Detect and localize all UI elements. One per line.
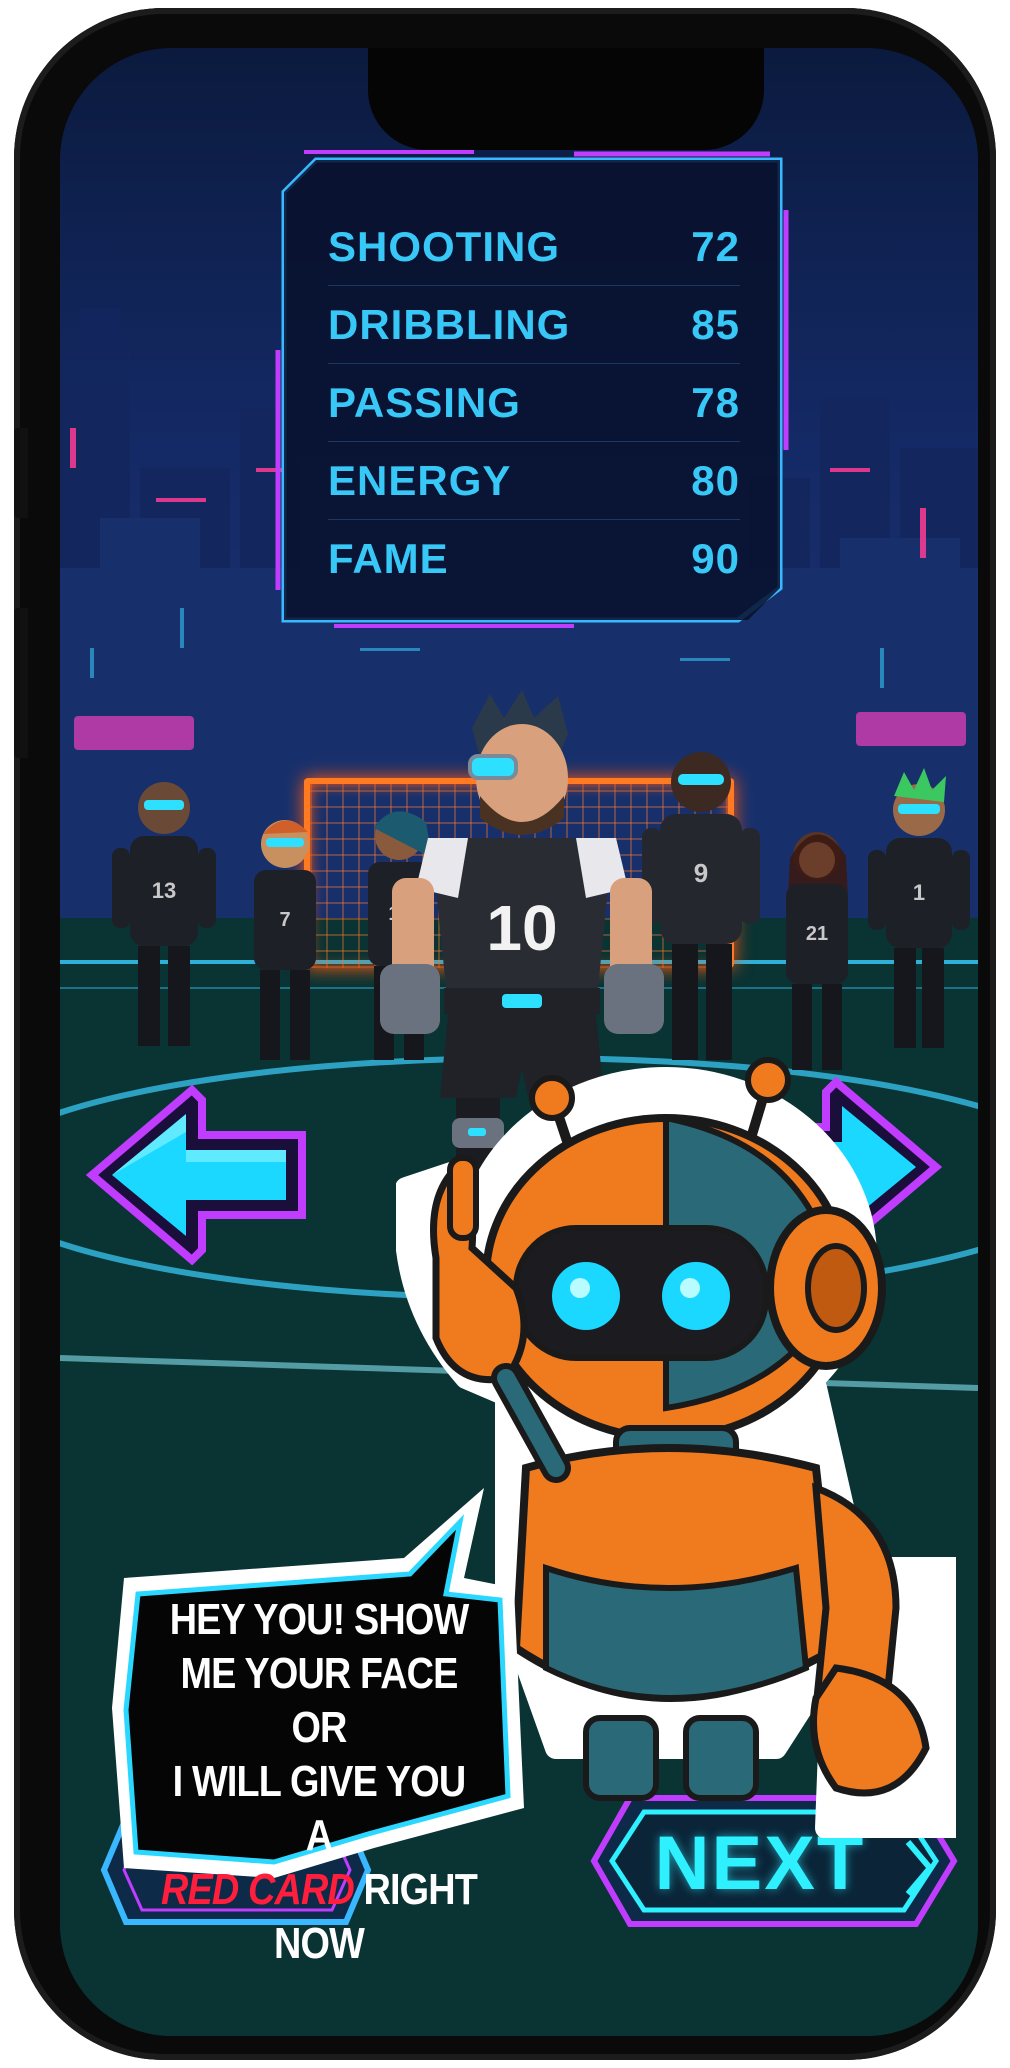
red-card-highlight: RED CARD [161, 1865, 355, 1914]
speech-line: RED CARD RIGHT [160, 1863, 478, 1917]
stat-value: 85 [691, 300, 740, 348]
stat-label: ENERGY [328, 456, 512, 504]
game-screen: SHOOTING 72 DRIBBLING 85 PASSING 78 ENER… [60, 48, 978, 2036]
jersey-number: 7 [279, 909, 290, 931]
stat-value: 72 [691, 222, 740, 270]
player-stats-panel: SHOOTING 72 DRIBBLING 85 PASSING 78 ENER… [284, 160, 780, 620]
teammate-13: 13 [112, 782, 216, 1046]
stat-row-fame: FAME 90 [328, 520, 740, 598]
featured-jersey-number: 10 [486, 892, 557, 964]
speech-bubble-text: HEY YOU! SHOW ME YOUR FACE OR I WILL GIV… [160, 1593, 478, 1971]
stat-label: SHOOTING [328, 222, 561, 270]
speech-line: ME YOUR FACE OR [180, 1649, 458, 1752]
stat-row-shooting: SHOOTING 72 [328, 208, 740, 286]
stat-value: 78 [691, 378, 740, 426]
stat-row-passing: PASSING 78 [328, 364, 740, 442]
teammate-1: 1 [868, 768, 970, 1048]
phone-notch [368, 48, 764, 150]
jersey-number: 21 [806, 923, 828, 945]
stat-value: 80 [691, 456, 740, 504]
stat-label: FAME [328, 535, 449, 582]
phone-frame: SHOOTING 72 DRIBBLING 85 PASSING 78 ENER… [14, 8, 996, 2060]
teammate-7: 7 [254, 820, 316, 1060]
stat-row-energy: ENERGY 80 [328, 442, 740, 520]
jersey-number: 1 [913, 880, 925, 905]
arrow-left-icon[interactable] [82, 1080, 312, 1270]
stat-value: 90 [691, 535, 740, 582]
power-button [14, 608, 28, 758]
speech-line: HEY YOU! SHOW [169, 1595, 469, 1644]
speech-line-rest: RIGHT [353, 1865, 478, 1914]
teammate-21: 21 [786, 832, 848, 1070]
volume-button [14, 428, 28, 518]
stat-label: PASSING [328, 378, 521, 426]
chevron-right-icon [905, 1840, 934, 1896]
stat-row-dribbling: DRIBBLING 85 [328, 286, 740, 364]
speech-line: I WILL GIVE YOU A [172, 1757, 467, 1860]
jersey-number: 13 [152, 878, 176, 903]
stat-label: DRIBBLING [328, 300, 571, 348]
jersey-number: 9 [694, 858, 708, 888]
speech-line: NOW [274, 1919, 365, 1968]
